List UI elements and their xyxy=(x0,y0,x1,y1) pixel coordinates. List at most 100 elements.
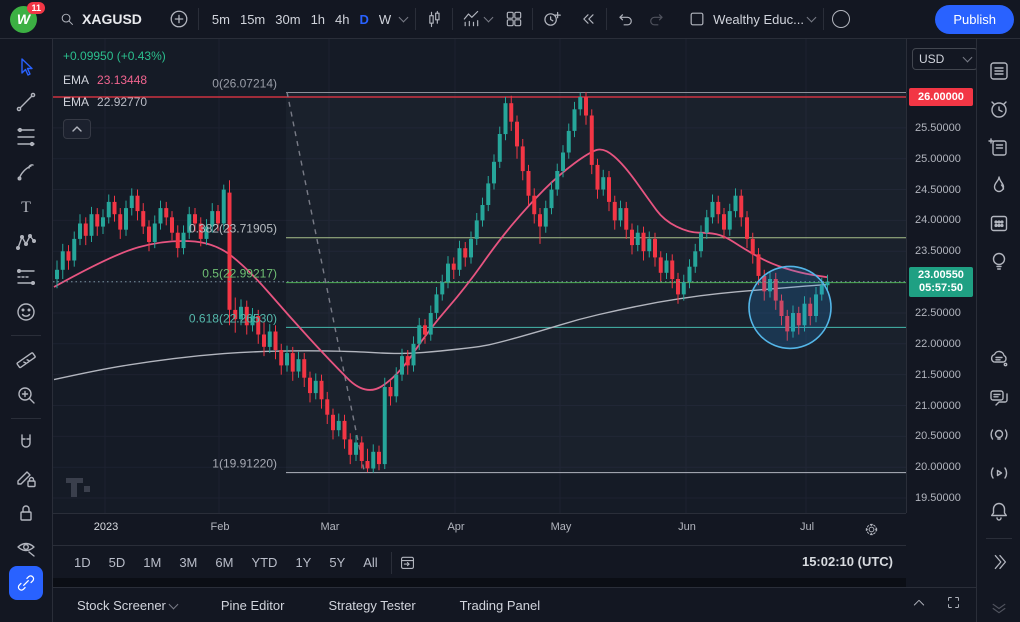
layout-name[interactable]: Wealthy Educ... xyxy=(713,12,804,27)
calendar-button[interactable] xyxy=(984,208,1014,238)
measure-tool[interactable] xyxy=(9,343,43,377)
alerts-button[interactable] xyxy=(984,94,1014,124)
legend-collapse-button[interactable] xyxy=(63,119,91,139)
tab-stock-screener[interactable]: Stock Screener xyxy=(71,597,183,614)
indicators-icon[interactable] xyxy=(461,9,481,29)
range-6m[interactable]: 6M xyxy=(208,551,240,574)
publish-button[interactable]: Publish xyxy=(935,5,1014,34)
chevron-up-icon[interactable] xyxy=(911,595,927,611)
brush-tool[interactable] xyxy=(9,155,43,189)
magnet-tool[interactable] xyxy=(9,426,43,460)
range-1y[interactable]: 1Y xyxy=(288,551,318,574)
timeframe-15m[interactable]: 15m xyxy=(235,8,270,31)
fib-retracement-tool[interactable] xyxy=(9,120,43,154)
zoom-in-tool[interactable] xyxy=(9,378,43,412)
last-price: 23.00550 xyxy=(909,269,973,282)
lock-drawings-tool[interactable] xyxy=(9,496,43,530)
hide-drawings-icon xyxy=(14,536,38,560)
price-tick: 22.00000 xyxy=(915,338,961,350)
replay-icon[interactable] xyxy=(578,9,598,29)
range-all[interactable]: All xyxy=(356,551,384,574)
sync-drawings-tool[interactable] xyxy=(9,566,43,600)
range-3m[interactable]: 3M xyxy=(172,551,204,574)
emoji-icon xyxy=(14,300,38,324)
timeframe-1h[interactable]: 1h xyxy=(306,8,330,31)
undo-icon[interactable] xyxy=(615,9,635,29)
range-1d[interactable]: 1D xyxy=(67,551,98,574)
timeframe-30m[interactable]: 30m xyxy=(270,8,305,31)
price-alert-badge[interactable]: 26.00000 xyxy=(909,88,973,106)
time-axis-label: Jun xyxy=(657,521,717,533)
alert-plus-icon[interactable] xyxy=(541,9,562,30)
symbol-search-button[interactable]: XAGUSD xyxy=(59,11,142,28)
chat-button[interactable] xyxy=(984,382,1014,412)
candlestick-style-icon[interactable] xyxy=(424,9,444,29)
notifications-bell-icon xyxy=(987,499,1011,523)
chevron-down-icon[interactable] xyxy=(399,13,409,23)
price-scale[interactable]: USD 26.00000 23.00550 05:57:50 25.500002… xyxy=(906,38,977,513)
svg-text:T: T xyxy=(21,199,31,216)
trend-line-tool[interactable] xyxy=(9,85,43,119)
search-icon xyxy=(59,11,76,28)
notes-button[interactable] xyxy=(984,132,1014,162)
pattern-tool[interactable] xyxy=(9,225,43,259)
redo-icon[interactable] xyxy=(647,9,667,29)
layout-square-icon[interactable] xyxy=(687,9,707,29)
cursor-tool[interactable] xyxy=(9,50,43,84)
range-5d[interactable]: 5D xyxy=(102,551,133,574)
price-tick: 24.00000 xyxy=(915,214,961,226)
streams-icon xyxy=(987,461,1011,485)
clock[interactable]: 15:02:10 (UTC) xyxy=(802,554,893,569)
time-axis[interactable]: 2023FebMarAprMayJunJul xyxy=(53,513,906,546)
timeframe-5m[interactable]: 5m xyxy=(207,8,235,31)
timeframe-1d[interactable]: D xyxy=(355,8,374,31)
range-1m[interactable]: 1M xyxy=(136,551,168,574)
hide-drawings-tool[interactable] xyxy=(9,531,43,565)
divider xyxy=(452,8,453,30)
indicator-row[interactable]: EMA23.13448 xyxy=(63,72,166,88)
divider xyxy=(391,552,392,574)
collapse-corner-button[interactable] xyxy=(984,591,1014,621)
brush-icon xyxy=(14,160,38,184)
draw-lock-icon xyxy=(14,466,38,490)
layout-grid-icon[interactable] xyxy=(504,9,524,29)
indicator-row[interactable]: EMA22.92770 xyxy=(63,94,166,110)
hotlists-button[interactable] xyxy=(984,170,1014,200)
currency-label: USD xyxy=(919,52,944,66)
highlight-circle[interactable] xyxy=(749,266,831,348)
notes-icon xyxy=(987,135,1011,159)
right-sidebar xyxy=(976,38,1020,622)
ideas-button[interactable] xyxy=(984,246,1014,276)
tab-pine-editor[interactable]: Pine Editor xyxy=(215,597,291,614)
maximize-icon[interactable] xyxy=(945,594,962,611)
gear-icon[interactable] xyxy=(863,521,880,538)
avatar[interactable]: W 11 xyxy=(10,6,37,33)
timeframe-4h[interactable]: 4h xyxy=(330,8,354,31)
notifications-button[interactable] xyxy=(984,496,1014,526)
chart-canvas[interactable]: 0(26.07214)0.382(23.71905)0.5(22.99217)0… xyxy=(53,38,906,513)
watchlist-button[interactable] xyxy=(984,56,1014,86)
timeframe-1w[interactable]: W xyxy=(374,8,396,31)
go-to-date-icon[interactable] xyxy=(398,553,417,572)
last-price-badge: 23.00550 05:57:50 xyxy=(909,267,973,297)
streams-button[interactable] xyxy=(984,458,1014,488)
live-ideas-button[interactable] xyxy=(984,420,1014,450)
tab-strategy-tester[interactable]: Strategy Tester xyxy=(322,597,421,614)
forecast-tool[interactable] xyxy=(9,260,43,294)
emoji-tool[interactable] xyxy=(9,295,43,329)
text-tool[interactable]: T xyxy=(9,190,43,224)
add-symbol-icon[interactable] xyxy=(168,8,190,30)
range-ytd[interactable]: YTD xyxy=(244,551,284,574)
chart-legend: +0.09950 (+0.43%) EMA23.13448 EMA22.9277… xyxy=(63,48,166,139)
range-5y[interactable]: 5Y xyxy=(322,551,352,574)
currency-selector[interactable]: USD xyxy=(912,48,978,70)
chevron-down-icon[interactable] xyxy=(807,13,817,23)
drawing-mode-tool[interactable] xyxy=(9,461,43,495)
minds-button[interactable] xyxy=(984,344,1014,374)
symbol-name: XAGUSD xyxy=(82,11,142,27)
chevron-down-icon[interactable] xyxy=(484,13,494,23)
calendar-icon xyxy=(987,211,1011,235)
collapse-sidebar-button[interactable] xyxy=(984,547,1014,577)
tab-trading-panel[interactable]: Trading Panel xyxy=(454,597,546,614)
price-tick: 20.50000 xyxy=(915,430,961,442)
